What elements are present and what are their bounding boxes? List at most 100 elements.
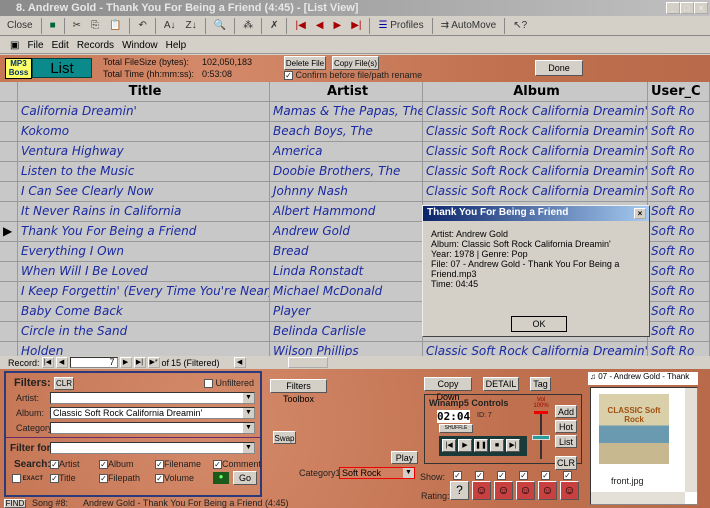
column-header-album[interactable]: Album xyxy=(423,82,648,101)
first-record-icon[interactable]: |◀ xyxy=(291,18,309,33)
cell-user[interactable]: Soft Ro xyxy=(648,142,710,161)
volume-slider-thumb[interactable] xyxy=(532,435,550,440)
cell-title[interactable]: Kokomo xyxy=(18,122,270,141)
cell-user[interactable]: Soft Ro xyxy=(648,122,710,141)
cell-user[interactable]: Soft Ro xyxy=(648,202,710,221)
swap-button[interactable]: Swap xyxy=(273,431,296,444)
art-horizontal-scrollbar[interactable] xyxy=(591,492,685,504)
cell-title[interactable]: I Keep Forgettin' (Every Time You're Nea… xyxy=(18,282,270,301)
winamp-clear-button[interactable]: CLR xyxy=(555,456,577,470)
shuffle-button[interactable]: SHUFFLE xyxy=(439,424,473,433)
copy-down-button[interactable]: Copy Down xyxy=(424,377,472,402)
row-selector[interactable] xyxy=(0,242,18,261)
cell-title[interactable]: Everything I Own xyxy=(18,242,270,261)
show-rating-checkbox[interactable]: ✓ xyxy=(519,470,528,481)
cell-artist[interactable]: America xyxy=(270,142,423,161)
show-rating-checkbox[interactable]: ✓ xyxy=(563,470,572,481)
cell-title[interactable]: When Will I Be Loved xyxy=(18,262,270,281)
help-icon[interactable]: ↖? xyxy=(509,18,531,33)
menu-file[interactable]: File xyxy=(27,40,43,51)
row-selector[interactable] xyxy=(0,202,18,221)
paste-icon[interactable]: 📋 xyxy=(105,18,125,33)
cell-title[interactable]: Listen to the Music xyxy=(18,162,270,181)
cell-title[interactable]: Circle in the Sand xyxy=(18,322,270,341)
profiles-button[interactable]: ☰ Profiles xyxy=(374,18,427,33)
row-selector[interactable] xyxy=(0,142,18,161)
rating-face-icon[interactable]: ☺ xyxy=(472,481,491,500)
find-icon[interactable]: 🔍 xyxy=(210,18,230,33)
row-selector[interactable]: ▶ xyxy=(0,222,18,241)
row-selector[interactable] xyxy=(0,122,18,141)
rating-face-icon[interactable]: ☺ xyxy=(560,481,579,500)
rating-face-icon[interactable]: ☺ xyxy=(494,481,513,500)
stop-icon[interactable]: ■ xyxy=(490,439,504,452)
cell-user[interactable]: Soft Ro xyxy=(648,262,710,281)
cell-album[interactable]: Classic Soft Rock California Dreamin' xyxy=(423,102,648,121)
last-record-icon[interactable]: ▶| xyxy=(347,18,365,33)
cell-artist[interactable]: Player xyxy=(270,302,423,321)
search-comment-checkbox[interactable]: ✓Comment xyxy=(213,459,261,470)
search-filename-checkbox[interactable]: ✓Filename xyxy=(155,459,201,470)
search-title-checkbox[interactable]: ✓Title xyxy=(50,473,76,484)
table-row[interactable]: Holden Wilson Phillips Classic Soft Rock C… xyxy=(0,342,710,356)
show-rating-checkbox[interactable]: ✓ xyxy=(453,470,462,481)
cell-album[interactable]: Classic Soft Rock California Dreamin' xyxy=(423,342,648,356)
column-header-user[interactable]: User_C xyxy=(648,82,710,101)
cell-user[interactable]: Soft Ro xyxy=(648,222,710,241)
row-selector[interactable] xyxy=(0,102,18,121)
search-artist-checkbox[interactable]: ✓Artist xyxy=(50,459,80,470)
cell-title[interactable]: Thank You For Being a Friend xyxy=(18,222,270,241)
go-button[interactable]: Go xyxy=(233,471,257,485)
cell-album[interactable]: Classic Soft Rock California Dreamin' xyxy=(423,182,648,201)
close-button[interactable]: Close xyxy=(3,18,37,33)
last-record-button[interactable]: ▶| xyxy=(133,357,146,368)
add-button[interactable]: Add xyxy=(555,405,577,418)
remove-filter-icon[interactable]: ✗ xyxy=(266,18,282,33)
album-filter-combo[interactable]: Classic Soft Rock California Dreamin' xyxy=(50,407,255,419)
cell-artist[interactable]: Johnny Nash xyxy=(270,182,423,201)
menu-window[interactable]: Window xyxy=(122,40,158,51)
cell-title[interactable]: I Can See Clearly Now xyxy=(18,182,270,201)
filters-toolbox-button[interactable]: Filters Toolbox xyxy=(270,379,327,404)
cell-artist[interactable]: Linda Ronstadt xyxy=(270,262,423,281)
dialog-close-icon[interactable]: × xyxy=(634,208,646,219)
menu-edit[interactable]: Edit xyxy=(52,40,69,51)
copy-files-button[interactable]: Copy File(s) xyxy=(332,56,379,70)
pause-icon[interactable]: ❚❚ xyxy=(474,439,488,452)
rating-face-icon[interactable]: ☺ xyxy=(538,481,557,500)
save-icon[interactable]: ■ xyxy=(46,18,60,33)
cell-album[interactable]: Classic Soft Rock California Dreamin' xyxy=(423,122,648,141)
cell-artist[interactable]: Bread xyxy=(270,242,423,261)
cell-title[interactable]: Baby Come Back xyxy=(18,302,270,321)
previous-icon[interactable]: |◀ xyxy=(442,439,456,452)
filter-for-combo[interactable] xyxy=(50,442,255,454)
prev-record-icon[interactable]: ◀ xyxy=(312,18,328,33)
search-filepath-checkbox[interactable]: ✓Filepath xyxy=(99,473,140,484)
cell-artist[interactable]: Mamas & The Papas, The xyxy=(270,102,423,121)
row-selector[interactable] xyxy=(0,162,18,181)
table-row[interactable]: California Dreamin' Mamas & The Papas, Th… xyxy=(0,102,710,122)
menu-help[interactable]: Help xyxy=(166,40,187,51)
unfiltered-checkbox[interactable]: Unfiltered xyxy=(204,378,254,389)
rating-face-icon[interactable]: ☺ xyxy=(516,481,535,500)
category-filter-combo[interactable] xyxy=(50,422,255,434)
cell-artist[interactable]: Belinda Carlisle xyxy=(270,322,423,341)
table-row[interactable]: I Can See Clearly Now Johnny Nash Classic … xyxy=(0,182,710,202)
category1-combo[interactable]: Soft Rock xyxy=(339,467,415,479)
cell-album[interactable]: Classic Soft Rock California Dreamin' xyxy=(423,162,648,181)
unrated-icon[interactable]: ? xyxy=(450,481,469,500)
show-rating-checkbox[interactable]: ✓ xyxy=(541,470,550,481)
exact-checkbox[interactable]: EXACT xyxy=(12,474,43,483)
search-album-checkbox[interactable]: ✓Album xyxy=(99,459,134,470)
row-selector[interactable] xyxy=(0,262,18,281)
minimize-button[interactable]: _ xyxy=(666,2,680,14)
cell-artist[interactable]: Wilson Phillips xyxy=(270,342,423,356)
row-selector[interactable] xyxy=(0,182,18,201)
row-selector[interactable] xyxy=(0,302,18,321)
filters-clear-button[interactable]: CLR xyxy=(54,377,74,390)
cell-album[interactable]: Classic Soft Rock California Dreamin' xyxy=(423,142,648,161)
find-button[interactable]: FIND xyxy=(4,499,26,508)
cell-title[interactable]: It Never Rains in California xyxy=(18,202,270,221)
copy-icon[interactable]: ⎘ xyxy=(87,18,103,33)
hot-button[interactable]: Hot xyxy=(555,420,577,433)
